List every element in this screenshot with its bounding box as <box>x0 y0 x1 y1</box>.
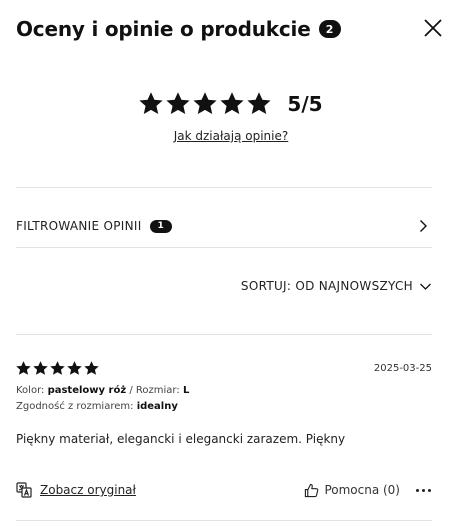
color-label: Kolor: <box>16 385 45 396</box>
attribute-separator: / <box>129 385 133 396</box>
star-icon <box>193 92 218 114</box>
star-icon <box>16 360 31 375</box>
color-value: pastelowy róż <box>47 385 127 396</box>
star-icon <box>139 92 164 114</box>
rating-score: 5/5 <box>287 92 323 116</box>
review-date: 2025-03-25 <box>373 362 432 374</box>
chevron-down-icon <box>420 283 431 290</box>
divider <box>16 247 432 248</box>
review-text: Piękny materiał, elegancki i elegancki z… <box>16 432 346 446</box>
fit-label: Zgodność z rozmiarem: <box>16 401 134 412</box>
close-icon[interactable] <box>422 17 444 39</box>
review-count-badge: 2 <box>318 20 341 38</box>
review-attributes: Kolor: pastelowy róż / Rozmiar: L <box>16 385 432 397</box>
star-icon <box>33 360 48 375</box>
review-fit: Zgodność z rozmiarem: idealny <box>16 401 432 413</box>
chevron-right-icon <box>420 220 427 232</box>
divider <box>16 334 432 335</box>
star-icon <box>84 360 99 375</box>
see-original-button[interactable]: Zobacz oryginał <box>16 482 136 498</box>
translate-icon <box>16 482 32 498</box>
see-original-link: Zobacz oryginał <box>40 483 136 497</box>
more-icon[interactable] <box>414 481 432 499</box>
size-value: L <box>182 385 190 396</box>
review-actions: Zobacz oryginał Pomocna (0) <box>16 480 432 500</box>
size-label: Rozmiar: <box>135 385 180 396</box>
star-icon <box>50 360 65 375</box>
review-stars <box>16 360 99 376</box>
star-icon <box>247 92 272 114</box>
sort-label: SORTUJ: OD NAJNOWSZYCH <box>240 279 413 293</box>
filter-reviews-button[interactable]: FILTROWANIE OPINII 1 <box>16 205 432 247</box>
thumb-up-icon <box>305 483 319 497</box>
helpful-label: Pomocna (0) <box>324 483 400 497</box>
filter-label: FILTROWANIE OPINII <box>16 219 142 233</box>
rating-summary: 5/5 Jak działają opinie? <box>0 90 462 144</box>
divider <box>16 520 432 521</box>
divider <box>16 187 432 188</box>
star-icon <box>67 360 82 375</box>
star-icon <box>166 92 191 114</box>
page-title: Oceny i opinie o produkcie <box>16 17 311 41</box>
how-reviews-work-link[interactable]: Jak działają opinie? <box>174 129 289 143</box>
helpful-button[interactable]: Pomocna (0) <box>304 483 400 498</box>
filter-count-badge: 1 <box>149 219 172 233</box>
sort-dropdown[interactable]: SORTUJ: OD NAJNOWSZYCH <box>241 277 432 295</box>
panel-header: Oceny i opinie o produkcie 2 <box>16 14 446 44</box>
fit-value: idealny <box>136 401 178 412</box>
star-icon <box>220 92 245 114</box>
rating-stars <box>139 92 272 116</box>
review-item: 2025-03-25 Kolor: pastelowy róż / Rozmia… <box>16 360 432 447</box>
